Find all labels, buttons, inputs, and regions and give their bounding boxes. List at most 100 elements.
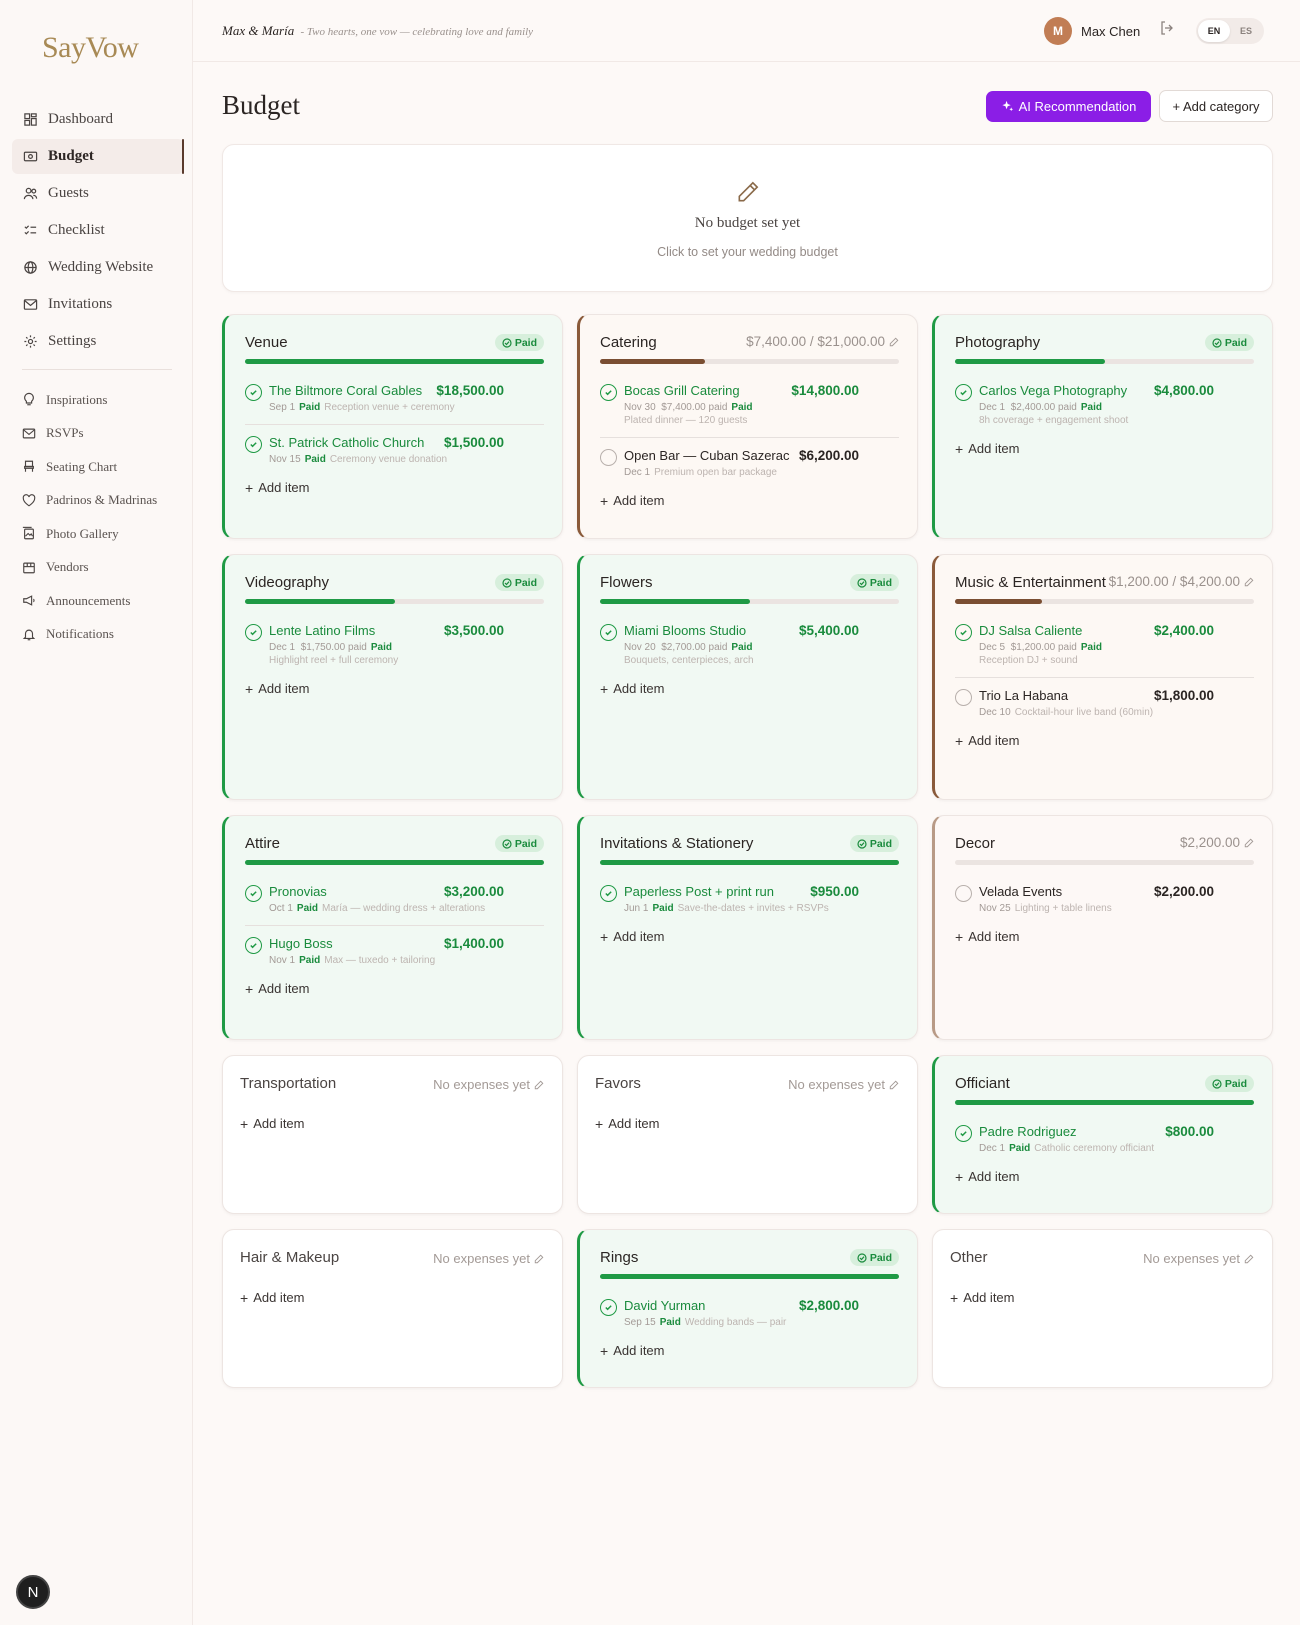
user-menu[interactable]: M Max Chen <box>1044 17 1140 45</box>
paid-check-icon[interactable] <box>955 624 972 641</box>
unpaid-circle-icon[interactable] <box>600 449 617 466</box>
lang-es[interactable]: ES <box>1230 20 1262 42</box>
sidebar-item-dashboard[interactable]: Dashboard <box>12 102 184 137</box>
add-item-button[interactable]: + Add item <box>955 441 1020 456</box>
paid-check-icon[interactable] <box>955 1125 972 1142</box>
paid-check-icon[interactable] <box>245 436 262 453</box>
user-name[interactable]: Max Chen <box>1081 24 1140 39</box>
sidebar-item-seating-chart[interactable]: Seating Chart <box>12 451 184 482</box>
sidebar-item-inspirations[interactable]: Inspirations <box>12 384 184 415</box>
sidebar-item-photo-gallery[interactable]: Photo Gallery <box>12 518 184 549</box>
lang-en[interactable]: EN <box>1198 20 1230 42</box>
paid-check-icon[interactable] <box>600 1299 617 1316</box>
expense-item[interactable]: Pronovias $3,200.00 Oct 1 Paid María — weddi… <box>245 884 544 925</box>
pencil-icon[interactable] <box>1244 1254 1254 1264</box>
paid-label: Paid <box>514 336 537 349</box>
expense-item[interactable]: Padre Rodriguez $800.00 Dec 1 Paid Catholic … <box>955 1124 1254 1165</box>
paid-check-icon[interactable] <box>600 885 617 902</box>
sidebar-item-budget[interactable]: Budget <box>12 139 184 174</box>
add-category-button[interactable]: + Add category <box>1159 90 1273 122</box>
expense-item[interactable]: St. Patrick Catholic Church $1,500.00 Nov … <box>245 424 544 476</box>
add-item-button[interactable]: + Add item <box>245 480 310 495</box>
add-item-button[interactable]: + Add item <box>240 1290 305 1305</box>
paid-check-icon[interactable] <box>600 384 617 401</box>
couple-header: Max & María - Two hearts, one vow — cele… <box>222 23 533 39</box>
category-spent[interactable]: $7,400.00 / $21,000.00 <box>746 334 899 349</box>
budget-icon <box>22 149 38 165</box>
expense-item[interactable]: Paperless Post + print run $950.00 Jun 1 Pa… <box>600 884 899 925</box>
paid-check-icon[interactable] <box>245 885 262 902</box>
add-item-button[interactable]: + Add item <box>245 681 310 696</box>
add-item-button[interactable]: + Add item <box>955 929 1020 944</box>
sidebar-item-settings[interactable]: Settings <box>12 324 184 359</box>
expense-item[interactable]: David Yurman $2,800.00 Sep 15 Paid Wedding b… <box>600 1298 899 1339</box>
expense-date: Dec 10 <box>979 707 1011 718</box>
dev-tools-badge[interactable]: N <box>16 1575 50 1609</box>
pencil-icon[interactable] <box>889 337 899 347</box>
add-item-button[interactable]: + Add item <box>600 1343 665 1358</box>
add-item-button[interactable]: + Add item <box>245 981 310 996</box>
sidebar-item-label: Checklist <box>48 222 105 238</box>
expense-amount: $4,800.00 <box>1153 383 1214 398</box>
expense-item[interactable]: Miami Blooms Studio $5,400.00 Nov 20 $2,70… <box>600 623 899 677</box>
pencil-icon[interactable] <box>1244 577 1254 587</box>
sidebar-item-wedding-website[interactable]: Wedding Website <box>12 250 184 285</box>
add-item-button[interactable]: + Add item <box>600 681 665 696</box>
add-item-button[interactable]: + Add item <box>955 733 1020 748</box>
pencil-icon[interactable] <box>534 1080 544 1090</box>
unpaid-circle-icon[interactable] <box>955 885 972 902</box>
pencil-icon[interactable] <box>1244 838 1254 848</box>
expense-item[interactable]: Open Bar — Cuban Sazerac $6,200.00 Dec 1 Pr… <box>600 437 899 489</box>
paid-check-icon[interactable] <box>600 624 617 641</box>
expense-note: Catholic ceremony officiant <box>1034 1143 1155 1154</box>
sidebar-item-checklist[interactable]: Checklist <box>12 213 184 248</box>
sidebar-item-invitations[interactable]: Invitations <box>12 287 184 322</box>
logout-icon[interactable] <box>1159 20 1177 38</box>
add-item-button[interactable]: + Add item <box>600 493 665 508</box>
add-item-label: Add item <box>963 1290 1015 1305</box>
category-spent[interactable]: $1,200.00 / $4,200.00 <box>1109 574 1254 589</box>
couple-names: Max & María <box>222 23 295 38</box>
category-title: Hair & Makeup <box>240 1249 340 1266</box>
check-circle-icon <box>857 1252 867 1263</box>
ai-recommendation-button[interactable]: AI Recommendation <box>986 91 1151 122</box>
plus-icon: + <box>955 440 964 457</box>
category-title: Transportation <box>240 1075 337 1092</box>
expense-meta: Dec 1 Paid Catholic ceremony officiant <box>979 1142 1254 1155</box>
expense-item[interactable]: Velada Events $2,200.00 Nov 25 Lighting + t… <box>955 884 1254 925</box>
add-item-button[interactable]: + Add item <box>600 929 665 944</box>
expense-item[interactable]: The Biltmore Coral Gables $18,500.00 Sep 1… <box>245 383 544 424</box>
sidebar-item-vendors[interactable]: Vendors <box>12 552 184 583</box>
language-toggle[interactable]: EN ES <box>1196 18 1264 44</box>
add-item-button[interactable]: + Add item <box>955 1169 1020 1184</box>
expense-item[interactable]: Carlos Vega Photography $4,800.00 Dec 1 $2… <box>955 383 1254 437</box>
expense-item[interactable]: Trio La Habana $1,800.00 Dec 10 Cocktail-ho… <box>955 677 1254 729</box>
add-item-button[interactable]: + Add item <box>595 1116 660 1131</box>
brand-logo[interactable]: SayVow <box>42 31 139 65</box>
expense-item[interactable]: Hugo Boss $1,400.00 Nov 1 Paid Max — tuxedo … <box>245 925 544 977</box>
paid-check-icon[interactable] <box>245 624 262 641</box>
paid-check-icon[interactable] <box>955 384 972 401</box>
unpaid-circle-icon[interactable] <box>955 689 972 706</box>
pencil-icon[interactable] <box>534 1254 544 1264</box>
check-circle-icon <box>502 577 512 588</box>
expense-list: Bocas Grill Catering $14,800.00 Nov 30 $7,… <box>600 383 899 489</box>
avatar[interactable]: M <box>1044 17 1072 45</box>
sidebar-item-rsvps[interactable]: RSVPs <box>12 418 184 449</box>
expense-item[interactable]: Lente Latino Films $3,500.00 Dec 1 $1,750.… <box>245 623 544 677</box>
sidebar-item-notifications[interactable]: Notifications <box>12 619 184 650</box>
category-spent[interactable]: $2,200.00 <box>1180 835 1254 850</box>
sidebar-item-label: Announcements <box>46 592 131 608</box>
plus-icon: + <box>950 1289 959 1306</box>
paid-check-icon[interactable] <box>245 384 262 401</box>
set-budget-card[interactable]: No budget set yet Click to set your wedd… <box>222 144 1273 292</box>
add-item-button[interactable]: + Add item <box>240 1116 305 1131</box>
add-item-button[interactable]: + Add item <box>950 1290 1015 1305</box>
paid-check-icon[interactable] <box>245 937 262 954</box>
sidebar-item-guests[interactable]: Guests <box>12 176 184 211</box>
expense-item[interactable]: Bocas Grill Catering $14,800.00 Nov 30 $7,… <box>600 383 899 437</box>
sidebar-item-announcements[interactable]: Announcements <box>12 585 184 616</box>
expense-item[interactable]: DJ Salsa Caliente $2,400.00 Dec 5 $1,200.0… <box>955 623 1254 677</box>
pencil-icon[interactable] <box>889 1080 899 1090</box>
sidebar-item-padrinos-madrinas[interactable]: Padrinos & Madrinas <box>12 485 184 516</box>
